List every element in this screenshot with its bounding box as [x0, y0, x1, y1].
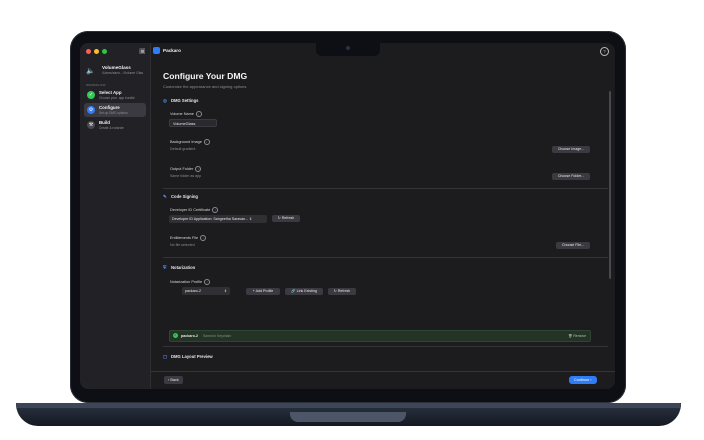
app-logo-icon — [153, 47, 160, 54]
section-notarization: ⛨ Notarization — [163, 265, 195, 270]
sidebar-section-label: WORKFLOW — [86, 83, 106, 87]
background-image-label: Background Image i — [170, 139, 210, 145]
hammer-icon: ⚒ — [87, 121, 95, 129]
choose-folder-button[interactable]: Choose Folder... — [552, 173, 590, 180]
section-title: Code Signing — [171, 194, 198, 199]
refresh-icon: ↻ — [333, 289, 337, 293]
sidebar-step-build[interactable]: ⚒ Build Create & notarize — [84, 118, 146, 132]
section-dmg-settings: ◎ DMG Settings — [163, 98, 198, 104]
saved-profile-status: Saved in Keychain — [203, 334, 232, 338]
page-subtitle: Customize the appearance and signing opt… — [163, 84, 247, 89]
output-folder-value: Same folder as app — [170, 174, 202, 178]
laptop-base-edge — [16, 403, 681, 408]
background-image-value: Default gradient — [170, 147, 196, 151]
section-title: DMG Settings — [171, 98, 199, 103]
divider — [163, 257, 608, 258]
notarization-profile-select[interactable]: packaro-2 ⇕ — [182, 287, 230, 295]
continue-button[interactable]: Continue › — [569, 376, 597, 384]
sidebar-step-select-app[interactable]: ✓ Select App Choose your .app bundle — [84, 88, 146, 102]
camera-icon — [346, 46, 350, 50]
info-icon[interactable]: i — [195, 111, 202, 117]
notarization-profile-label: Notarization Profile i — [170, 279, 211, 285]
section-title: DMG Layout Preview — [171, 354, 213, 359]
sidebar-step-configure[interactable]: ⚙ Configure Set up DMG options — [84, 103, 146, 117]
certificate-select[interactable]: Developer ID Application: Sangeetha Sara… — [169, 215, 267, 223]
app-name: Packaro — [163, 48, 181, 53]
section-layout-preview: ▢ DMG Layout Preview — [163, 354, 213, 360]
step-title: Build — [99, 120, 110, 125]
certificate-label: Developer ID Certificate i — [170, 207, 219, 213]
step-title: Select App — [99, 90, 122, 95]
volume-name-label: Volume Name i — [170, 111, 202, 117]
saved-profile-name: packaro-2 — [181, 334, 198, 338]
shield-icon: ⛨ — [163, 265, 167, 270]
entitlements-value: No file selected — [170, 243, 195, 247]
checkmark-icon: ✓ — [87, 91, 95, 99]
choose-image-button[interactable]: Choose Image... — [552, 146, 590, 153]
footer-bar: ‹ Back Continue › — [151, 371, 615, 389]
section-title: Notarization — [171, 265, 196, 270]
window-controls — [86, 49, 107, 54]
app-window: ▣ 🔈 VolumeGlass /Users/sann.../Volume Gl… — [80, 43, 615, 389]
saved-profile-banner: ✓ packaro-2 Saved in Keychain 🗑 Remove — [169, 330, 591, 342]
refresh-profiles-button[interactable]: ↻ Refresh — [328, 288, 356, 295]
laptop-hinge-notch — [290, 412, 406, 422]
gear-icon: ⚙ — [87, 106, 95, 114]
main-content: Configure Your DMG Customize the appeara… — [151, 59, 615, 389]
divider — [163, 188, 608, 189]
zoom-window-button[interactable] — [102, 49, 107, 54]
step-title: Configure — [99, 105, 120, 110]
entitlements-label: Entitlements File i — [170, 235, 207, 241]
divider — [163, 346, 608, 347]
project-card[interactable]: 🔈 VolumeGlass /Users/sann.../Volume Glas — [85, 65, 147, 79]
signature-icon: ✎ — [163, 194, 167, 199]
disk-icon: ◎ — [163, 98, 168, 103]
checkmark-circle-icon: ✓ — [173, 333, 178, 338]
info-icon[interactable]: i — [203, 139, 210, 145]
speaker-icon: 🔈 — [86, 68, 95, 75]
close-window-button[interactable] — [86, 49, 91, 54]
minimize-window-button[interactable] — [94, 49, 99, 54]
chevron-updown-icon: ⇕ — [223, 289, 227, 293]
refresh-icon: ↻ — [277, 216, 281, 220]
trash-icon: 🗑 — [568, 334, 573, 338]
back-button[interactable]: ‹ Back — [164, 376, 183, 384]
step-subtitle: Choose your .app bundle — [99, 96, 135, 100]
title-bar: Packaro ? — [151, 43, 615, 59]
step-subtitle: Set up DMG options — [99, 111, 128, 115]
add-profile-button[interactable]: + Add Profile — [246, 288, 280, 295]
volume-name-input[interactable]: VolumeGlass — [169, 119, 217, 127]
scrollbar[interactable] — [609, 91, 611, 279]
remove-profile-button[interactable]: 🗑 Remove — [568, 334, 586, 338]
project-path: /Users/sann.../Volume Glas — [102, 71, 144, 75]
link-icon: 🔗 — [291, 289, 296, 293]
window-icon: ▢ — [163, 354, 168, 359]
info-icon[interactable]: i — [200, 235, 207, 241]
sidebar: ▣ 🔈 VolumeGlass /Users/sann.../Volume Gl… — [80, 43, 151, 389]
step-subtitle: Create & notarize — [99, 126, 124, 130]
camera-notch — [316, 43, 380, 56]
page-title: Configure Your DMG — [163, 71, 248, 81]
link-existing-button[interactable]: 🔗 Link Existing — [285, 288, 323, 295]
section-code-signing: ✎ Code Signing — [163, 194, 198, 200]
project-name: VolumeGlass — [102, 65, 131, 70]
sidebar-toggle-icon[interactable]: ▣ — [139, 47, 146, 55]
info-icon[interactable]: i — [212, 207, 219, 213]
output-folder-label: Output Folder i — [170, 166, 202, 172]
info-icon[interactable]: i — [204, 279, 211, 285]
info-icon[interactable]: i — [195, 166, 202, 172]
chevron-updown-icon: ⇕ — [249, 217, 253, 221]
choose-file-button[interactable]: Choose File... — [556, 242, 590, 249]
help-button[interactable]: ? — [600, 47, 609, 56]
plus-icon: + — [252, 289, 255, 293]
chevron-right-icon: › — [590, 378, 592, 382]
refresh-certificates-button[interactable]: ↻ Refresh — [272, 215, 300, 222]
